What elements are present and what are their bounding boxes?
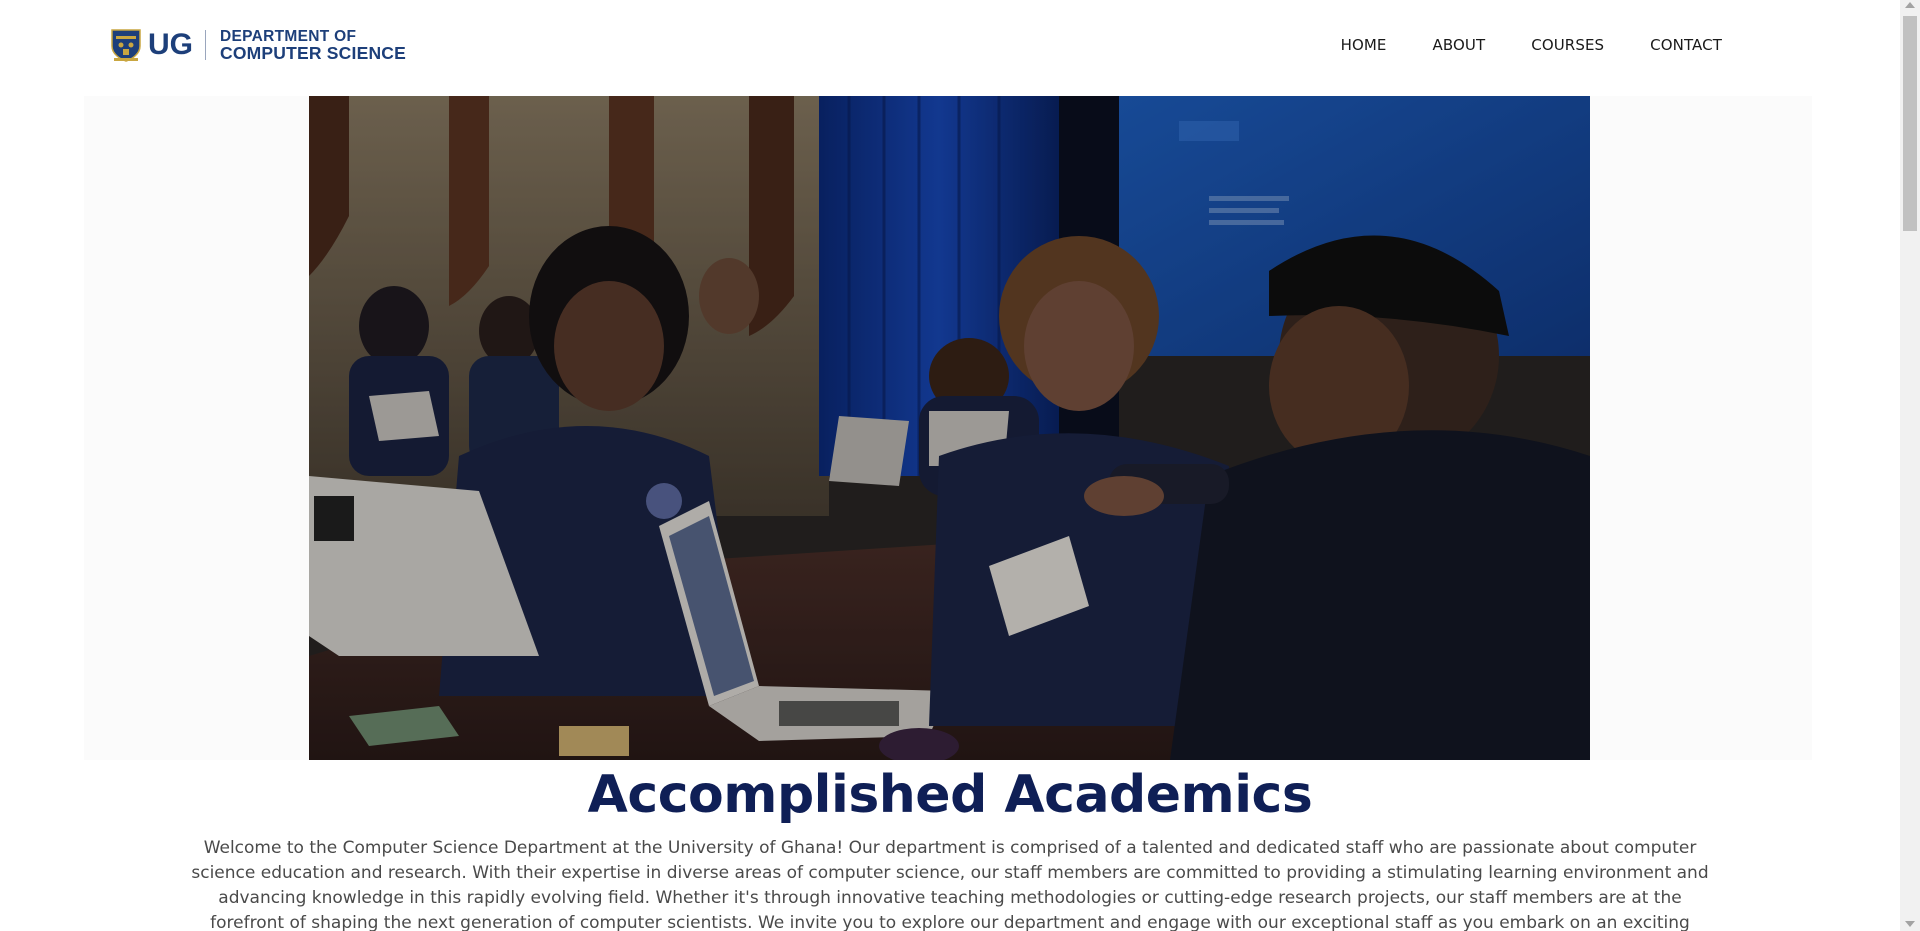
- nav-courses[interactable]: COURSES: [1531, 36, 1604, 54]
- logo-text: DEPARTMENT OF COMPUTER SCIENCE: [220, 28, 406, 62]
- scroll-up-icon[interactable]: [1905, 2, 1915, 8]
- crest-icon: [111, 29, 141, 62]
- main-nav: HOME ABOUT COURSES CONTACT: [1341, 36, 1722, 54]
- site-header: UG DEPARTMENT OF COMPUTER SCIENCE HOME A…: [0, 0, 1900, 96]
- intro-paragraph: Welcome to the Computer Science Departme…: [191, 838, 1709, 931]
- nav-about[interactable]: ABOUT: [1433, 36, 1486, 54]
- scroll-down-icon[interactable]: [1905, 921, 1915, 927]
- nav-contact[interactable]: CONTACT: [1650, 36, 1722, 54]
- page-headline: Accomplished Academics: [587, 765, 1313, 825]
- page-scrollbar[interactable]: [1900, 0, 1920, 931]
- nav-home[interactable]: HOME: [1341, 36, 1387, 54]
- logo-divider: [205, 30, 206, 60]
- logo-line-2: COMPUTER SCIENCE: [220, 43, 406, 63]
- site-logo[interactable]: UG DEPARTMENT OF COMPUTER SCIENCE: [110, 28, 406, 62]
- logo-mark: UG: [148, 28, 193, 61]
- scroll-thumb[interactable]: [1903, 16, 1917, 231]
- hero-image: [309, 96, 1590, 760]
